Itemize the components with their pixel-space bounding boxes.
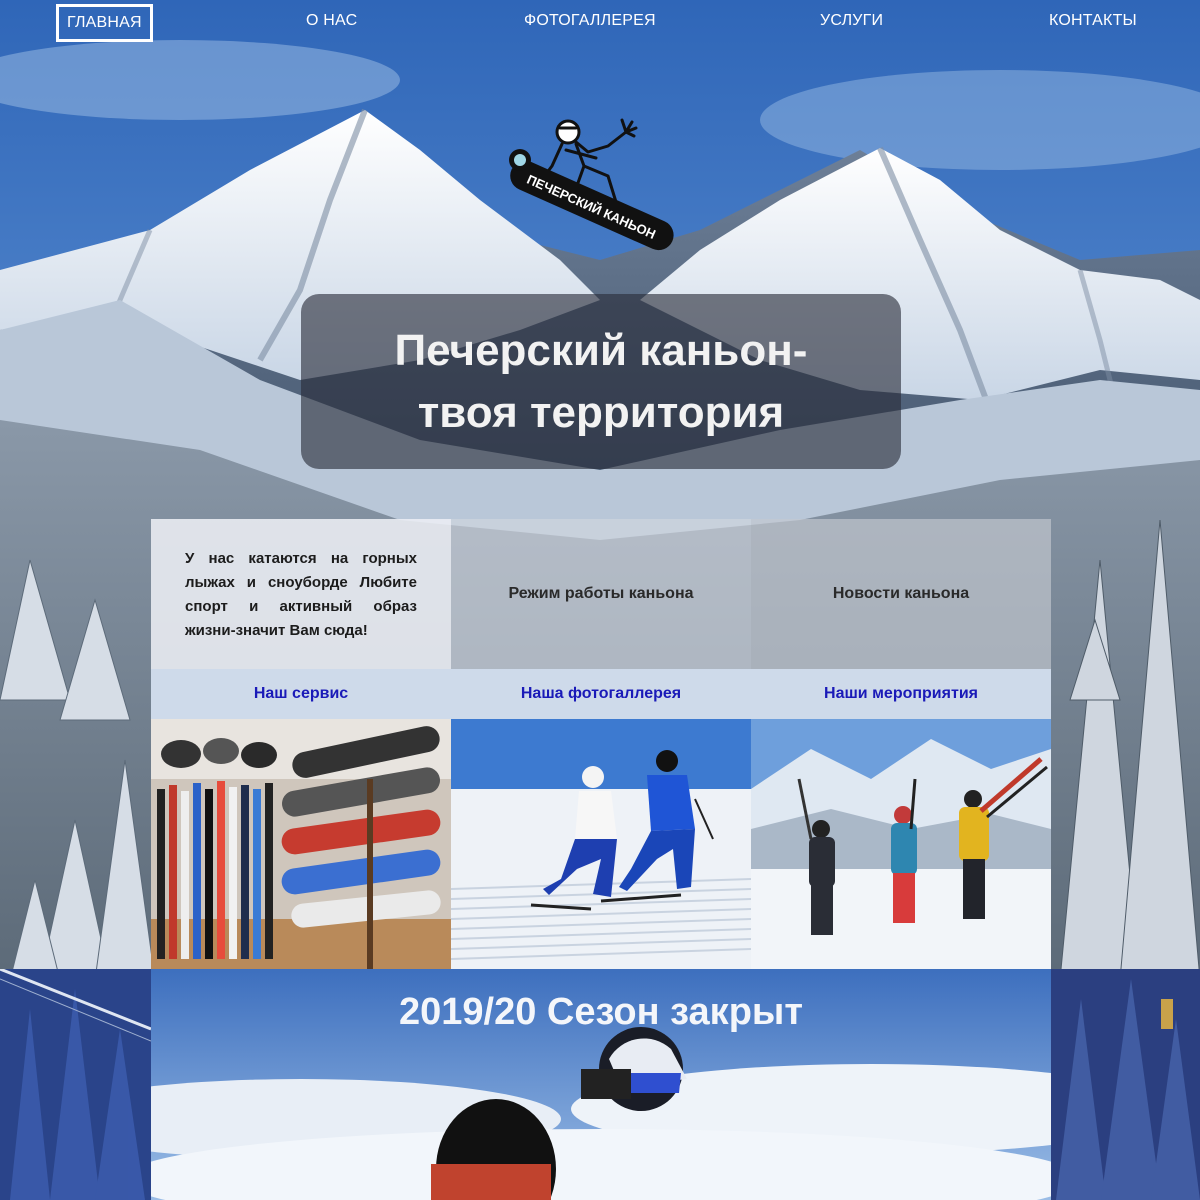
events-link[interactable]: Наши мероприятия bbox=[751, 669, 1051, 719]
season-banner: 2019/20 Сезон закрыт bbox=[151, 969, 1051, 1200]
nav-services[interactable]: УСЛУГИ bbox=[812, 4, 891, 42]
hero-title: Печерский каньон-твоя территория bbox=[394, 325, 808, 437]
nav-about[interactable]: О НАС bbox=[298, 4, 365, 42]
nav-gallery[interactable]: ФОТОГАЛЛЕРЕЯ bbox=[516, 4, 664, 42]
main-nav: ГЛАВНАЯ О НАС ФОТОГАЛЛЕРЕЯ УСЛУГИ КОНТАК… bbox=[0, 0, 1200, 44]
right-forest-image bbox=[1051, 969, 1200, 1200]
intro-card: У нас катаются на горных лыжах и сноубор… bbox=[151, 519, 451, 669]
hero-banner: Печерский каньон-твоя территория bbox=[301, 294, 901, 469]
news-card[interactable]: Новости каньона bbox=[751, 519, 1051, 669]
gallery-link[interactable]: Наша фотогаллерея bbox=[451, 669, 751, 719]
logo-text: ПЕЧЕРСКИЙ КАНЬОН bbox=[525, 172, 658, 242]
hours-link[interactable]: Режим работы каньона bbox=[508, 585, 693, 603]
service-photo[interactable] bbox=[151, 719, 451, 969]
intro-text: У нас катаются на горных лыжах и сноубор… bbox=[185, 550, 417, 639]
left-forest-image bbox=[0, 969, 151, 1200]
news-link[interactable]: Новости каньона bbox=[833, 585, 969, 603]
hours-card[interactable]: Режим работы каньона bbox=[451, 519, 751, 669]
service-link[interactable]: Наш сервис bbox=[151, 669, 451, 719]
feature-grid: У нас катаются на горных лыжах и сноубор… bbox=[151, 519, 1051, 969]
events-photo[interactable] bbox=[751, 719, 1051, 969]
snowboarder-logo-icon: ПЕЧЕРСКИЙ КАНЬОН bbox=[509, 118, 674, 251]
gallery-photo[interactable] bbox=[451, 719, 751, 969]
nav-contacts[interactable]: КОНТАКТЫ bbox=[1041, 4, 1145, 42]
nav-home[interactable]: ГЛАВНАЯ bbox=[56, 4, 153, 42]
season-title: 2019/20 Сезон закрыт bbox=[399, 991, 803, 1033]
